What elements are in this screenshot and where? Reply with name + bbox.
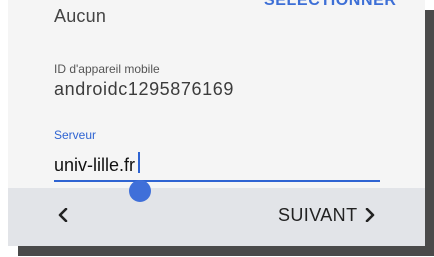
select-button[interactable]: SÉLECTIONNER (264, 0, 397, 10)
text-selection-handle[interactable] (129, 180, 151, 202)
next-button[interactable]: SUIVANT (278, 200, 375, 230)
app-screen: Aucun SÉLECTIONNER ID d'appareil mobile … (8, 0, 425, 246)
server-input-underline (54, 180, 380, 182)
server-label: Serveur (54, 128, 97, 142)
back-button[interactable] (48, 200, 78, 230)
server-input[interactable] (54, 152, 380, 178)
device-id-value: androidc1295876169 (54, 79, 234, 99)
chevron-left-icon (58, 208, 68, 222)
device-id-label: ID d'appareil mobile (54, 62, 160, 76)
form-area: Aucun SÉLECTIONNER ID d'appareil mobile … (8, 0, 425, 188)
text-cursor (138, 152, 140, 173)
chevron-right-icon (366, 208, 375, 222)
certificate-value: Aucun (54, 6, 107, 26)
next-button-label: SUIVANT (278, 204, 358, 225)
